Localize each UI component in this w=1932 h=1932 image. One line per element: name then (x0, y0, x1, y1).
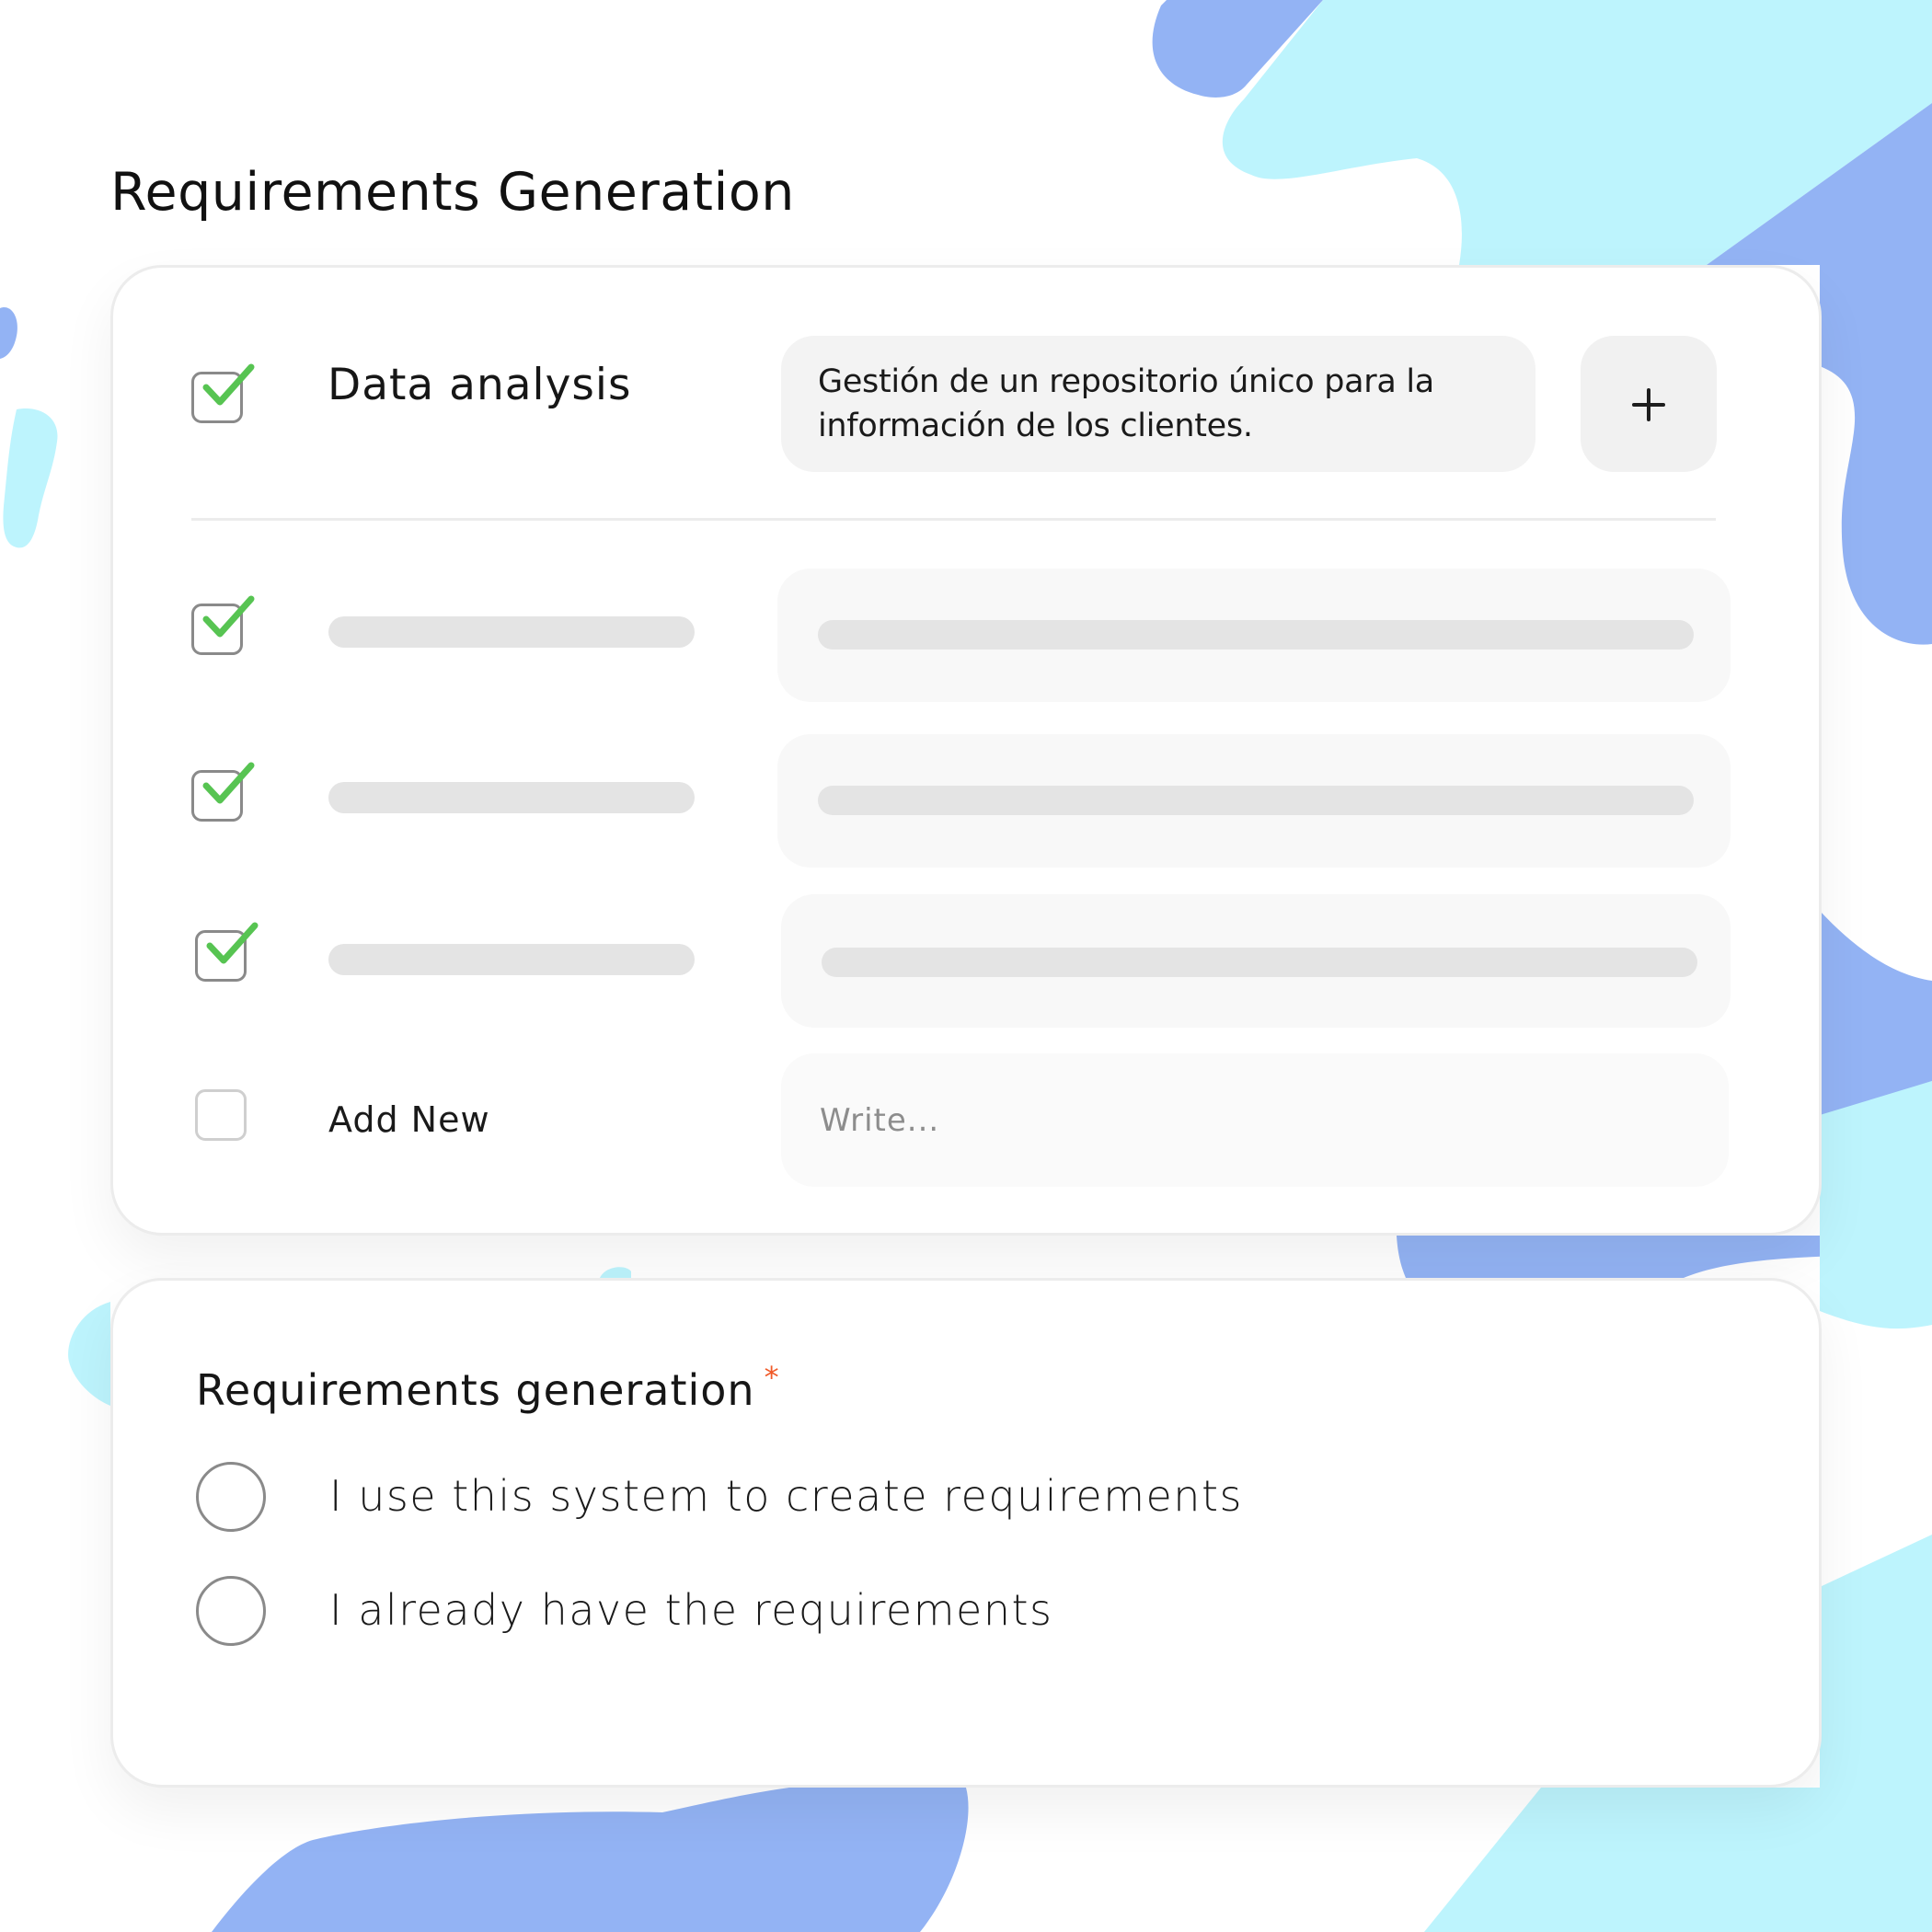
question-text: Requirements generation (196, 1365, 755, 1415)
requirement-description[interactable]: Gestión de un repositorio único para la … (781, 336, 1535, 472)
skeleton-line (822, 948, 1697, 977)
skeleton-input (781, 894, 1731, 1028)
skeleton-label (328, 944, 695, 975)
requirement-checkbox-data-analysis[interactable] (191, 363, 255, 423)
skeleton-line (818, 786, 1694, 815)
radio-button[interactable] (196, 1576, 266, 1646)
skeleton-label (328, 616, 695, 648)
requirement-checkbox[interactable] (195, 922, 259, 982)
skeleton-input (777, 569, 1731, 702)
requirements-question-card: Requirements generation * I use this syst… (110, 1278, 1822, 1788)
bg-shape-blue-left-dot (0, 307, 17, 359)
question-label: Requirements generation * (196, 1360, 780, 1415)
bg-shape-blue-bottom (212, 1783, 969, 1932)
skeleton-label (328, 782, 695, 813)
bg-shape-cyan-left-blob (3, 408, 58, 548)
radio-option-label: I already have the requirements (329, 1585, 1053, 1635)
divider (191, 518, 1716, 521)
bg-shape-cyan-right (1820, 1081, 1932, 1329)
add-new-input[interactable] (781, 1053, 1729, 1187)
bg-shape-cyan-small (600, 1267, 631, 1278)
requirements-card: Data analysis Gestión de un repositorio … (110, 265, 1822, 1236)
bg-shape-cyan-left (68, 1302, 110, 1406)
checkmark-icon (202, 595, 255, 638)
add-new-label: Add New (328, 1099, 490, 1140)
page-title: Requirements Generation (110, 162, 795, 223)
bg-shape-blue-right-mid (1820, 911, 1932, 1115)
add-requirement-button[interactable] (1581, 336, 1717, 472)
add-new-checkbox[interactable] (195, 1089, 247, 1141)
required-asterisk: * (764, 1360, 780, 1395)
skeleton-input (777, 734, 1731, 868)
requirement-checkbox[interactable] (191, 595, 255, 655)
radio-button[interactable] (196, 1462, 266, 1532)
checkmark-icon (202, 363, 255, 406)
checkmark-icon (202, 762, 255, 804)
radio-option-label: I use this system to create requirements (329, 1471, 1243, 1521)
checkmark-icon (206, 922, 259, 964)
requirement-checkbox[interactable] (191, 762, 255, 822)
skeleton-line (818, 620, 1694, 650)
requirement-title: Data analysis (328, 360, 632, 410)
